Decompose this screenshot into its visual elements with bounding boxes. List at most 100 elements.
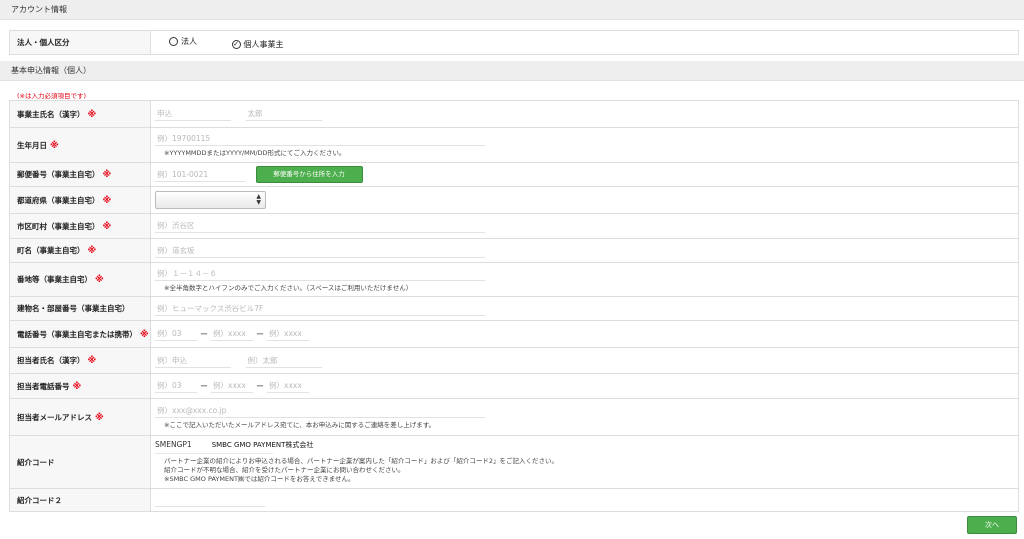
row-contact-phone: 担当者電話番号 ※ 例）03 ー例）xxxx ー例）xxxx: [9, 373, 1019, 399]
required-mark: ※: [102, 195, 112, 206]
city-label: 市区町村（事業主自宅） ※: [9, 213, 151, 239]
phone-part2-input[interactable]: 例）xxxx: [211, 327, 253, 341]
postal-label-text: 郵便番号（事業主自宅）: [17, 170, 100, 179]
referral-input-underline: [155, 450, 273, 454]
row-town: 町名（事業主自宅） ※ 例）道玄坂: [9, 238, 1019, 263]
phone-part1-input[interactable]: 例）03: [155, 327, 197, 341]
referral-company-name: SMBC GMO PAYMENT株式会社: [211, 441, 314, 449]
radio-sole-proprietor-label: 個人事業主: [243, 39, 284, 49]
account-info-title: アカウント情報: [11, 5, 67, 14]
contact-email-label-text: 担当者メールアドレス: [17, 412, 92, 422]
contact-phone-dash: ー: [256, 381, 264, 391]
row-address: 番地等（事業主自宅） ※ 例）１－１４－６ ※全半角数字とハイフンのみでご入力くだ…: [9, 262, 1019, 297]
radio-sole-proprietor-checked-icon[interactable]: ✓: [231, 39, 241, 49]
name-label: 事業主氏名（漢字） ※: [9, 100, 151, 128]
account-type-table: 法人・個人区分 法人 ✓ 個人事業主: [9, 30, 1019, 55]
postal-label: 郵便番号（事業主自宅） ※: [9, 162, 151, 187]
referral2-cell: [150, 488, 1019, 512]
contact-phone-part1-input[interactable]: 例）03: [155, 379, 197, 393]
prefecture-label-text: 都道府県（事業主自宅）: [17, 195, 100, 205]
row-phone: 電話番号（事業主自宅または携帯） ※ 例）03 ー例）xxxx ー例）xxxx: [9, 320, 1019, 348]
row-contact-email: 担当者メールアドレス ※ 例）xxx@xxx.co.jp ※ここで記入いただいたメ…: [9, 398, 1019, 436]
address-input[interactable]: 例）１－１４－６: [155, 267, 485, 281]
required-mark: ※: [50, 140, 59, 151]
prefecture-label: 都道府県（事業主自宅） ※: [9, 186, 151, 214]
address-lookup-button[interactable]: 郵便番号から住所を入力: [255, 166, 363, 183]
name-mei-input[interactable]: 太郎: [245, 107, 322, 121]
town-label: 町名（事業主自宅） ※: [9, 238, 151, 263]
referral2-input[interactable]: [155, 493, 265, 507]
postal-cell: 例）101-0021 郵便番号から住所を入力: [150, 162, 1019, 187]
building-label: 建物名・部屋番号（事業主自宅）: [9, 296, 151, 321]
radio-corporation-circle[interactable]: [169, 36, 178, 46]
row-contact-name: 担当者氏名（漢字） ※ 例）申込 例）太郎: [9, 347, 1019, 374]
radio-corporation-label: 法人: [181, 36, 197, 46]
phone-label: 電話番号（事業主自宅または携帯） ※: [9, 320, 151, 348]
basic-info-header: 基本申込情報（個人）: [0, 61, 1024, 81]
contact-mei-input[interactable]: 例）太郎: [245, 354, 322, 368]
basic-info-title: 基本申込情報（個人）: [11, 66, 91, 75]
required-mark: ※: [95, 275, 104, 285]
contact-phone-dash: ー: [200, 381, 208, 391]
birthdate-cell: 例）19700115 ※YYYYMMDDまたはYYYY/MM/DD形式にてご入力…: [150, 127, 1019, 163]
name-inputs: 申込 太郎: [150, 100, 1019, 128]
referral-cell: SMENGP1 SMBC GMO PAYMENT株式会社 パートナー企業の紹介によ…: [150, 435, 1019, 489]
postal-input[interactable]: 例）101-0021: [155, 168, 245, 182]
birthdate-label: 生年月日 ※: [9, 127, 151, 163]
row-postal: 郵便番号（事業主自宅） ※ 例）101-0021 郵便番号から住所を入力: [9, 162, 1019, 187]
account-type-row: 法人・個人区分 法人 ✓ 個人事業主: [9, 30, 1019, 55]
required-mark: ※: [72, 381, 82, 392]
contact-name-label-text: 担当者氏名（漢字）: [17, 356, 85, 365]
required-mark: ※: [87, 109, 97, 120]
contact-phone-label: 担当者電話番号 ※: [9, 373, 151, 399]
row-building: 建物名・部屋番号（事業主自宅） 例）ヒューマックス渋谷ビル7F: [9, 296, 1019, 321]
row-name: 事業主氏名（漢字） ※ 申込 太郎: [9, 100, 1019, 128]
contact-email-input[interactable]: 例）xxx@xxx.co.jp: [155, 404, 485, 418]
address-cell: 例）１－１４－６ ※全半角数字とハイフンのみでご入力ください。（スペースはご利用…: [150, 262, 1019, 297]
prefecture-select[interactable]: ▲ ▼: [155, 191, 266, 209]
contact-phone-label-text: 担当者電話番号: [17, 381, 70, 391]
birthdate-input[interactable]: 例）19700115: [155, 132, 485, 146]
building-cell: 例）ヒューマックス渋谷ビル7F: [150, 296, 1019, 321]
contact-email-label: 担当者メールアドレス ※: [9, 398, 151, 436]
contact-phone-part2-input[interactable]: 例）xxxx: [211, 379, 253, 393]
contact-phone-part3-input[interactable]: 例）xxxx: [267, 379, 309, 393]
name-sei-input[interactable]: 申込: [155, 107, 231, 121]
required-mark: ※: [95, 412, 104, 423]
account-type-label: 法人・個人区分: [9, 30, 151, 55]
radio-sole-proprietor[interactable]: ✓ 個人事業主: [231, 39, 284, 50]
account-type-options: 法人 ✓ 個人事業主: [150, 30, 1019, 55]
required-note: (※は入力必須項目です): [17, 92, 87, 100]
referral-code-value[interactable]: SMENGP1: [155, 440, 192, 449]
phone-label-text: 電話番号（事業主自宅または携帯）: [17, 329, 137, 339]
town-input[interactable]: 例）道玄坂: [155, 244, 485, 258]
phone-part3-input[interactable]: 例）xxxx: [267, 327, 309, 341]
contact-name-cell: 例）申込 例）太郎: [150, 347, 1019, 374]
city-label-text: 市区町村（事業主自宅）: [17, 221, 100, 231]
city-cell: 例）渋谷区: [150, 213, 1019, 239]
phone-dash: ー: [256, 329, 264, 339]
required-mark: ※: [87, 356, 97, 366]
next-button[interactable]: 次へ: [967, 516, 1017, 534]
radio-corporation[interactable]: 法人: [169, 36, 197, 47]
town-cell: 例）道玄坂: [150, 238, 1019, 263]
city-input[interactable]: 例）渋谷区: [155, 219, 485, 233]
referral-note-1: パートナー企業の紹介によりお申込される場合、パートナー企業が案内した「紹介コード…: [164, 457, 559, 465]
basic-info-table: 事業主氏名（漢字） ※ 申込 太郎 生年月日 ※ 例）19700115 ※YYYYM…: [9, 100, 1019, 512]
referral-note-2: 紹介コードが不明な場合、紹介を受けたパートナー企業にお問い合わせください。: [164, 466, 405, 474]
select-arrows-icon: ▲ ▼: [256, 193, 261, 206]
prefecture-cell: ▲ ▼: [150, 186, 1019, 214]
row-referral2: 紹介コード２: [9, 488, 1019, 512]
row-city: 市区町村（事業主自宅） ※ 例）渋谷区: [9, 213, 1019, 239]
required-mark: ※: [102, 221, 112, 232]
required-mark: ※: [140, 329, 149, 340]
phone-cell: 例）03 ー例）xxxx ー例）xxxx: [150, 320, 1019, 348]
required-mark: ※: [87, 246, 97, 256]
referral2-label: 紹介コード２: [9, 488, 151, 512]
row-referral: 紹介コード SMENGP1 SMBC GMO PAYMENT株式会社 パートナー企…: [9, 435, 1019, 489]
address-label-text: 番地等（事業主自宅）: [17, 275, 92, 284]
name-label-text: 事業主氏名（漢字）: [17, 109, 85, 119]
contact-sei-input[interactable]: 例）申込: [155, 354, 231, 368]
building-input[interactable]: 例）ヒューマックス渋谷ビル7F: [155, 302, 485, 316]
address-note: ※全半角数字とハイフンのみでご入力ください。（スペースはご利用いただけません）: [164, 283, 413, 292]
